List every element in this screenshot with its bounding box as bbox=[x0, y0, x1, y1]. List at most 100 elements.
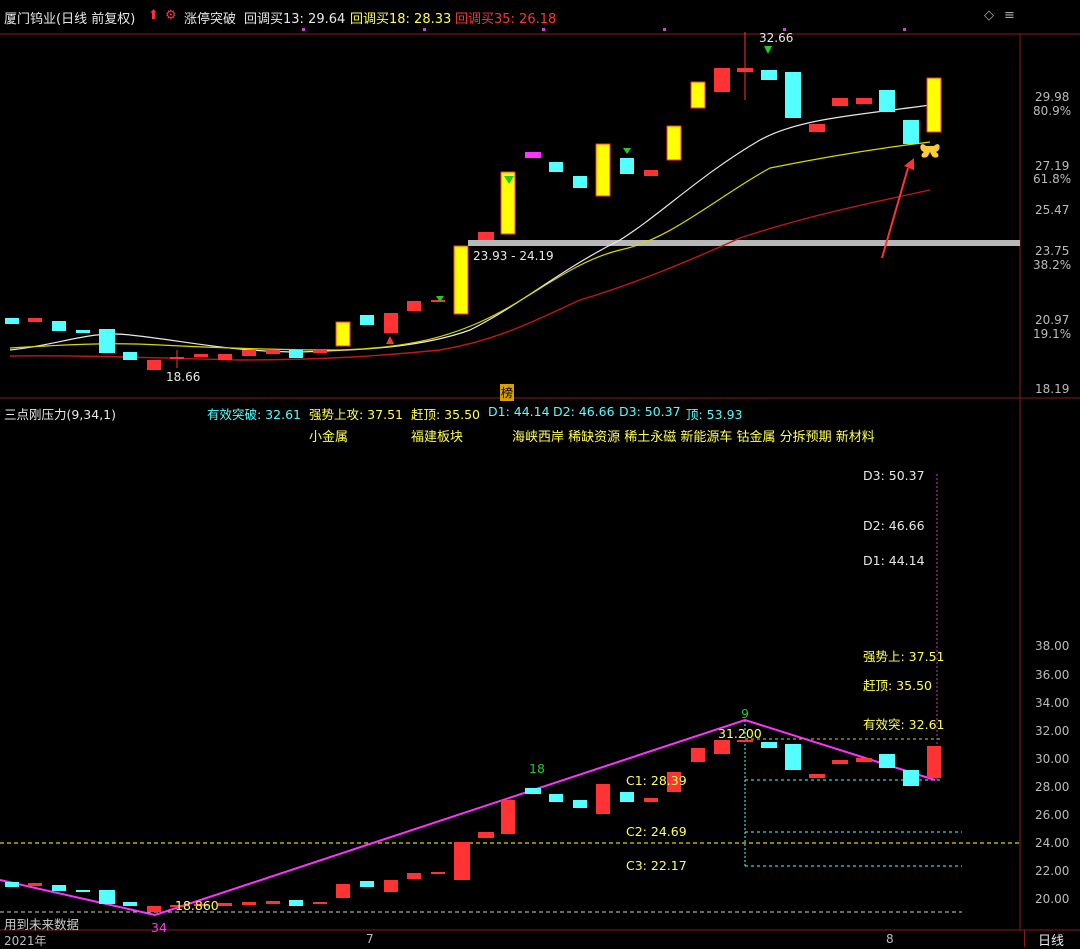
candle bbox=[242, 350, 256, 356]
low-value-label: 18.860 bbox=[175, 898, 219, 913]
menu-icon[interactable]: ≡ bbox=[1004, 8, 1015, 23]
count-18-label: 18 bbox=[529, 761, 545, 776]
signal-label: 涨停突破 bbox=[184, 12, 237, 27]
up-arrow-icon: ⬆ bbox=[148, 8, 159, 23]
candle bbox=[384, 313, 398, 333]
candle bbox=[360, 315, 374, 325]
axis-label: 29.98 bbox=[1035, 90, 1070, 104]
axis-label: 61.8% bbox=[1033, 172, 1072, 186]
axis-label: 38.2% bbox=[1033, 258, 1072, 272]
c3-label: C3: 22.17 bbox=[626, 858, 687, 873]
candle bbox=[407, 301, 421, 311]
candle bbox=[218, 354, 232, 360]
diamond-icon[interactable]: ◇ bbox=[984, 8, 994, 23]
d2-right-label: D2: 46.66 bbox=[863, 518, 925, 533]
candle bbox=[856, 98, 872, 104]
settings-icon[interactable]: ⚙ bbox=[165, 8, 177, 23]
axis-label: 19.1% bbox=[1033, 327, 1072, 341]
c1-label: C1: 28.39 bbox=[626, 773, 687, 788]
candle bbox=[478, 232, 494, 240]
candle bbox=[313, 350, 327, 353]
candle bbox=[289, 350, 303, 358]
butterfly-icon bbox=[920, 144, 940, 158]
candle bbox=[123, 352, 137, 360]
effective-break-label: 有效突破: 32.61 bbox=[207, 407, 301, 422]
main-candles bbox=[5, 32, 942, 370]
candle bbox=[879, 90, 895, 112]
candle bbox=[595, 143, 611, 197]
axis-label: 28.00 bbox=[1035, 780, 1070, 794]
candle bbox=[573, 176, 587, 188]
low-price-label: 18.66 bbox=[166, 370, 201, 384]
ma-white-line bbox=[9, 104, 931, 353]
candle bbox=[431, 300, 445, 302]
candle bbox=[620, 158, 634, 174]
ma-red-line bbox=[9, 189, 931, 361]
d1-label: D1: 44.14 bbox=[488, 404, 550, 419]
axis-label: 38.00 bbox=[1035, 639, 1070, 653]
candle bbox=[170, 357, 184, 359]
period-button[interactable]: 日线 bbox=[1024, 930, 1077, 949]
candle bbox=[194, 354, 208, 357]
candle bbox=[99, 329, 115, 353]
indicator-name[interactable]: 三点刚压力(9,34,1) bbox=[4, 404, 116, 423]
green-arrow-icon bbox=[623, 148, 631, 154]
support-zone-band bbox=[468, 240, 1020, 246]
axis-label: 36.00 bbox=[1035, 668, 1070, 682]
time-month: 8 bbox=[886, 932, 894, 946]
chart-header: 厦门钨业(日线 前复权) ⬆ ⚙ 涨停突破 回调买13: 29.64 回调买18… bbox=[0, 0, 1080, 34]
axis-label: 32.00 bbox=[1035, 724, 1070, 738]
ma13-label: 回调买13: 29.64 bbox=[244, 12, 346, 27]
ma18-label: 回调买18: 28.33 bbox=[350, 12, 452, 27]
count-34-label: 34 bbox=[151, 920, 167, 935]
d2-label: D2: 46.66 bbox=[553, 404, 615, 419]
candle bbox=[147, 360, 161, 370]
axis-label: 30.00 bbox=[1035, 752, 1070, 766]
high-price-label: 32.66 bbox=[759, 31, 794, 45]
axis-label: 20.00 bbox=[1035, 892, 1070, 906]
candle bbox=[549, 162, 563, 172]
candle bbox=[76, 330, 90, 333]
strong-attack-label: 强势上攻: 37.51 bbox=[309, 407, 403, 422]
time-month: 7 bbox=[366, 932, 374, 946]
candle bbox=[714, 68, 730, 92]
candle bbox=[903, 120, 919, 144]
candle bbox=[335, 321, 351, 347]
axis-label: 18.19 bbox=[1035, 382, 1070, 396]
axis-label: 80.9% bbox=[1033, 104, 1072, 118]
candle bbox=[785, 72, 801, 118]
candle bbox=[453, 245, 469, 315]
strong-right-label: 强势上: 37.51 bbox=[863, 649, 945, 664]
rank-badge[interactable]: 榜 bbox=[500, 384, 515, 401]
stock-title[interactable]: 厦门钨业(日线 前复权) bbox=[4, 8, 135, 27]
indicator-candles bbox=[5, 740, 941, 912]
candle bbox=[28, 318, 42, 322]
concept-tag: 福建板块 bbox=[411, 430, 464, 445]
candle bbox=[832, 98, 848, 106]
support-zone-label: 23.93 - 24.19 bbox=[473, 249, 554, 263]
d3-right-label: D3: 50.37 bbox=[863, 468, 925, 483]
candle bbox=[525, 152, 541, 158]
axis-label: 27.19 bbox=[1035, 159, 1070, 173]
candle bbox=[926, 77, 942, 133]
c2-label: C2: 24.69 bbox=[626, 824, 687, 839]
candle bbox=[52, 321, 66, 331]
candle bbox=[644, 170, 658, 176]
d3-label: D3: 50.37 bbox=[619, 404, 681, 419]
count-9-label: 9 bbox=[741, 706, 749, 721]
candle bbox=[809, 124, 825, 132]
axis-label: 26.00 bbox=[1035, 808, 1070, 822]
candle bbox=[5, 318, 19, 324]
axis-label: 22.00 bbox=[1035, 864, 1070, 878]
d1-right-label: D1: 44.14 bbox=[863, 553, 925, 568]
candle bbox=[666, 125, 682, 161]
concept-tag: 海峡西岸 稀缺资源 稀土永磁 新能源车 钴金属 分拆预期 新材料 bbox=[512, 430, 875, 445]
candle bbox=[266, 350, 280, 354]
concept-tag: 小金属 bbox=[309, 430, 349, 445]
red-arrow-icon bbox=[386, 336, 394, 344]
axis-label: 24.00 bbox=[1035, 836, 1070, 850]
axis-label: 25.47 bbox=[1035, 203, 1070, 217]
peak-value-label: 31.200 bbox=[718, 726, 762, 741]
catch-top-label: 赶顶: 35.50 bbox=[411, 407, 480, 422]
axis-label: 34.00 bbox=[1035, 696, 1070, 710]
